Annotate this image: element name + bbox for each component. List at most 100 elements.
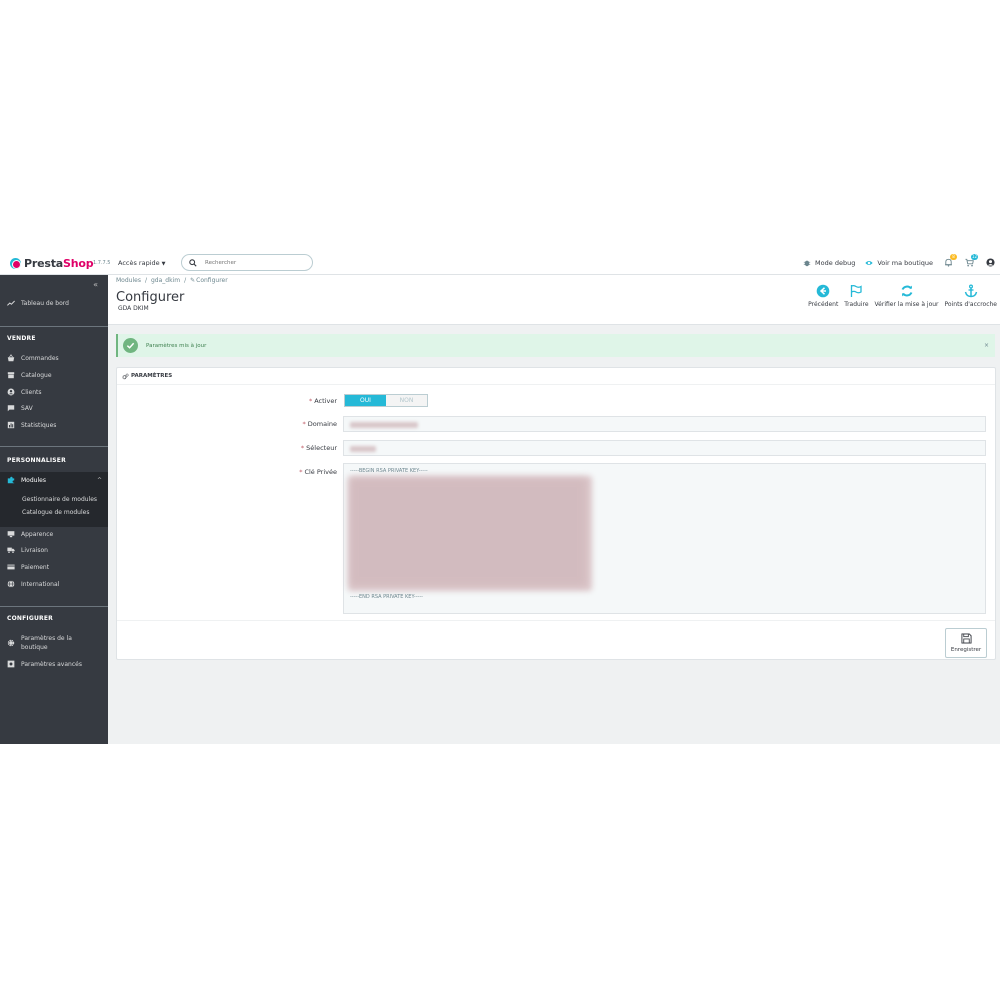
selector-label-text: Sélecteur <box>306 444 337 452</box>
search-box[interactable] <box>181 254 313 271</box>
sidebar-item-dashboard[interactable]: Tableau de bord <box>0 297 108 309</box>
caret-down-icon: ▼ <box>161 261 166 267</box>
breadcrumb: Modules / gda_dkim / ✎Configurer <box>116 277 232 284</box>
floppy-disk-icon <box>960 633 972 644</box>
monitor-icon <box>7 531 15 538</box>
sidebar-item-shop-parameters[interactable]: Paramètres de la boutique <box>0 633 108 653</box>
sidebar-item-label: SAV <box>21 404 33 412</box>
alert-message: Paramètres mis à jour <box>146 342 207 349</box>
sidebar-item-label: Apparence <box>21 530 54 538</box>
puzzle-icon <box>7 476 15 484</box>
hooks-button[interactable]: Points d'accroche <box>945 284 997 308</box>
back-label: Précédent <box>808 301 839 308</box>
sidebar-item-label: International <box>21 580 60 588</box>
bug-icon <box>803 260 811 266</box>
sidebar-item-payment[interactable]: Paiement <box>0 562 108 572</box>
breadcrumb-separator: / <box>184 277 187 284</box>
domain-input[interactable] <box>343 416 986 432</box>
close-icon[interactable]: × <box>984 342 989 349</box>
sidebar-subitem-module-manager[interactable]: Gestionnaire de modules <box>22 496 97 503</box>
sidebar-item-advanced-parameters[interactable]: Paramètres avancés <box>0 659 108 669</box>
sidebar-item-catalog[interactable]: Catalogue <box>0 370 108 380</box>
debug-mode-label: Mode debug <box>815 258 856 267</box>
sidebar-section-configure: CONFIGURER <box>7 615 53 622</box>
sidebar-item-statistics[interactable]: Statistiques <box>0 420 108 430</box>
back-button[interactable]: Précédent <box>808 284 838 308</box>
save-button[interactable]: Enregistrer <box>945 628 987 658</box>
check-circle-icon <box>123 338 138 353</box>
globe-icon <box>7 580 15 588</box>
private-key-label: * Clé Privée <box>299 468 337 476</box>
translate-button[interactable]: Traduire <box>844 284 869 308</box>
sidebar-item-customers[interactable]: Clients <box>0 387 108 397</box>
credit-card-icon <box>7 564 15 570</box>
activate-switch[interactable]: OUI NON <box>344 394 428 407</box>
breadcrumb-modules[interactable]: Modules <box>116 277 141 284</box>
bar-chart-icon <box>7 421 15 429</box>
sidebar-item-shipping[interactable]: Livraison <box>0 545 108 555</box>
cart-notifications-button[interactable]: 12 <box>964 254 978 268</box>
top-header: PrestaShop 1.7.7.5 Accès rapide▼ Mode de… <box>0 250 1000 275</box>
activate-label-text: Activer <box>314 397 337 405</box>
sidebar-item-appearance[interactable]: Apparence <box>0 529 108 539</box>
refresh-icon <box>901 285 912 297</box>
sidebar-item-label: Tableau de bord <box>21 299 69 307</box>
store-icon <box>7 372 15 379</box>
required-mark: * <box>299 468 303 476</box>
sidebar-item-label: Livraison <box>21 546 48 554</box>
sidebar-item-label-line1: Paramètres de la <box>21 635 72 642</box>
wrench-icon: ✎ <box>190 277 196 284</box>
search-icon <box>189 258 197 267</box>
sidebar-divider <box>0 606 108 607</box>
prestashop-logo-icon <box>10 257 21 269</box>
sidebar-item-support[interactable]: SAV <box>0 403 108 413</box>
redacted-key-body-shade <box>350 478 586 586</box>
sidebar-item-label: Catalogue <box>21 371 52 379</box>
settings-panel: PARAMÈTRES * Activer OUI NON * Domaine * Sé… <box>116 367 996 660</box>
version-label: 1.7.7.5 <box>93 260 111 266</box>
sidebar: « Tableau de bord VENDRE Commandes Catal… <box>0 275 108 744</box>
quick-access-dropdown[interactable]: Accès rapide ▼ <box>118 259 166 267</box>
logo-text-suffix: Shop <box>62 256 94 270</box>
sidebar-item-label: Paramètres avancés <box>21 660 82 668</box>
cogs-icon <box>122 373 129 379</box>
trending-up-icon <box>7 300 15 306</box>
panel-heading: PARAMÈTRES <box>117 368 995 385</box>
sidebar-item-orders[interactable]: Commandes <box>0 353 108 363</box>
page-toolbar: Précédent Traduire Vérifier la mise à jo… <box>802 284 997 308</box>
switch-option-no[interactable]: NON <box>386 395 427 406</box>
private-key-textarea[interactable]: -----BEGIN RSA PRIVATE KEY----- -----END… <box>343 463 986 614</box>
required-mark: * <box>300 444 305 452</box>
switch-option-yes[interactable]: OUI <box>345 395 386 406</box>
sidebar-item-label-line2: boutique <box>21 644 48 651</box>
prestashop-logo[interactable]: PrestaShop <box>10 256 94 270</box>
sidebar-item-modules[interactable]: Modules ^ <box>0 475 108 485</box>
translate-label: Traduire <box>844 301 869 308</box>
debug-mode-link[interactable]: Mode debug <box>803 259 855 267</box>
view-shop-link[interactable]: Voir ma boutique <box>865 259 933 267</box>
user-account-button[interactable] <box>985 257 996 268</box>
redacted-value <box>350 422 418 428</box>
gear-icon <box>7 639 15 647</box>
admin-window: PrestaShop 1.7.7.5 Accès rapide▼ Mode de… <box>0 250 1000 744</box>
selector-label: * Sélecteur <box>301 444 337 452</box>
search-input[interactable] <box>205 259 305 266</box>
breadcrumb-current: Configurer <box>196 277 228 284</box>
success-alert: Paramètres mis à jour × <box>116 334 995 357</box>
sidebar-section-sell: VENDRE <box>7 335 36 342</box>
account-circle-icon <box>7 388 15 396</box>
required-mark: * <box>308 397 313 405</box>
check-update-button[interactable]: Vérifier la mise à jour <box>875 284 939 308</box>
page-title: Configurer <box>116 290 185 305</box>
breadcrumb-module[interactable]: gda_dkim <box>151 277 180 284</box>
selector-input[interactable] <box>343 440 986 456</box>
sidebar-item-label: Commandes <box>21 354 59 362</box>
sidebar-section-customize: PERSONNALISER <box>7 457 66 464</box>
collapse-sidebar-icon[interactable]: « <box>93 280 98 289</box>
sidebar-item-label: Modules <box>21 476 46 484</box>
notifications-button[interactable]: 8 <box>943 254 957 268</box>
header-right: Mode debug Voir ma boutique 8 12 <box>793 254 996 268</box>
sidebar-subitem-module-catalog[interactable]: Catalogue de modules <box>22 509 89 516</box>
sidebar-item-international[interactable]: International <box>0 579 108 589</box>
logo-text-prefix: Presta <box>24 256 63 270</box>
